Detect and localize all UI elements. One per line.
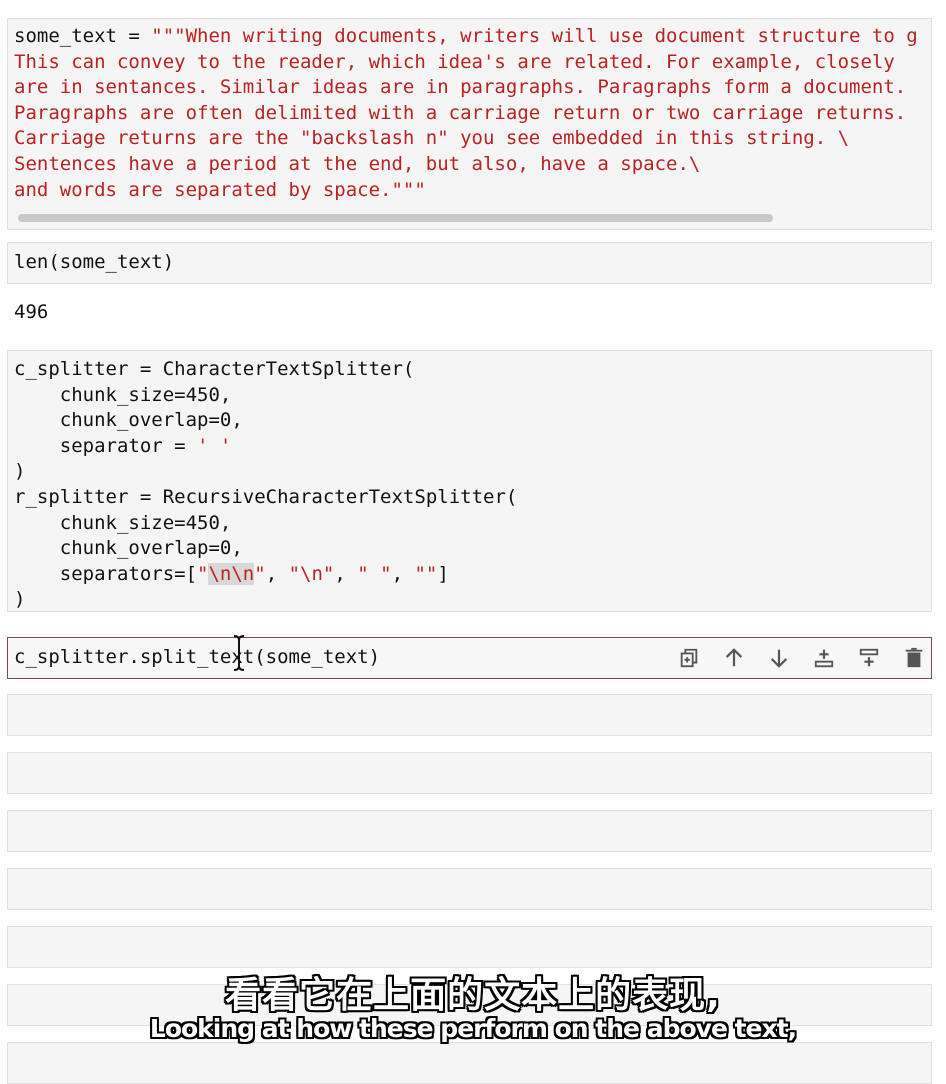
insert-above-icon xyxy=(814,649,834,668)
code-token: , xyxy=(334,562,358,585)
code-string: ' ' xyxy=(197,434,232,457)
move-down-button[interactable] xyxy=(763,644,795,672)
code-string: Sentences have a period at the end, but … xyxy=(14,152,701,175)
code-line: c_splitter.split_text(some_text) xyxy=(14,646,381,668)
code-line: ) xyxy=(14,460,26,483)
empty-cell[interactable] xyxy=(7,694,932,736)
delete-button[interactable] xyxy=(898,644,930,672)
code-token: separators=[ xyxy=(14,562,198,585)
code-string: " xyxy=(197,562,209,585)
empty-cell[interactable] xyxy=(7,926,932,968)
code-line: chunk_size=450, xyxy=(14,511,232,534)
selected-text: \n\n xyxy=(208,562,255,585)
empty-cell[interactable] xyxy=(7,1042,932,1084)
code-split-text[interactable]: c_splitter.split_text(some_text) xyxy=(14,645,380,671)
insert-below-button[interactable] xyxy=(853,644,885,672)
arrow-up-icon xyxy=(725,648,743,667)
code-token: r_splitter = xyxy=(14,485,163,508)
code-token: , xyxy=(265,562,289,585)
empty-cell[interactable] xyxy=(7,868,932,910)
code-line: some_text xyxy=(14,25,117,47)
duplicate-button[interactable] xyxy=(673,644,705,672)
code-token: RecursiveCharacterTextSplitter( xyxy=(162,485,518,508)
code-string: Carriage returns are the "backslash n" y… xyxy=(14,127,850,150)
subtitle-chinese: 看看它在上面的文本上的表现, xyxy=(225,975,721,1016)
code-string: This can convey to the reader, which ide… xyxy=(14,50,895,73)
code-line: chunk_size=450, xyxy=(14,383,232,406)
insert-below-icon xyxy=(859,648,879,667)
code-string: are in sentances. Similar ideas are in p… xyxy=(14,76,907,99)
cell-output: 496 xyxy=(14,301,49,323)
code-string: "\n" xyxy=(288,562,335,585)
code-string: " " xyxy=(357,562,392,585)
code-splitters: c_splitter = CharacterTextSplitter( chun… xyxy=(14,357,517,613)
move-up-button[interactable] xyxy=(718,644,750,672)
code-len: len(some_text) xyxy=(14,250,174,276)
cell-toolbar xyxy=(673,644,930,672)
code-token: , xyxy=(391,562,415,585)
text-cursor-icon xyxy=(233,635,245,671)
code-string: Paragraphs are often delimited with a ca… xyxy=(14,101,907,124)
empty-cell[interactable] xyxy=(7,810,932,852)
code-token: c_splitter = xyxy=(14,358,163,380)
code-string: """When writing documents, writers will … xyxy=(151,25,918,47)
delete-icon xyxy=(905,647,923,668)
code-line: ) xyxy=(14,588,26,611)
code-token: = xyxy=(116,25,152,47)
empty-cell[interactable] xyxy=(7,752,932,794)
code-token: CharacterTextSplitter( xyxy=(162,358,415,380)
code-line: len(some_text) xyxy=(14,251,175,273)
code-token: separator = xyxy=(14,434,198,457)
arrow-down-icon xyxy=(770,649,788,668)
code-line: chunk_overlap=0, xyxy=(14,409,243,432)
code-string: " xyxy=(254,562,266,585)
code-some-text: some_text = """When writing documents, w… xyxy=(14,24,918,203)
subtitle-english: Looking at how these perform on the abov… xyxy=(149,1014,797,1043)
duplicate-icon xyxy=(680,648,698,668)
code-line: chunk_overlap=0, xyxy=(14,537,243,560)
horizontal-scrollbar[interactable] xyxy=(18,214,773,222)
code-string: "" xyxy=(414,562,438,585)
insert-above-button[interactable] xyxy=(808,644,840,672)
code-token: ] xyxy=(437,562,449,585)
code-string: and words are separated by space.""" xyxy=(14,178,426,201)
